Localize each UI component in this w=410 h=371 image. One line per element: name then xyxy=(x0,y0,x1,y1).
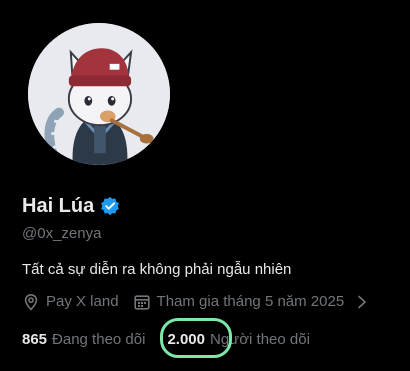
joined-text: Tham gia tháng 5 năm 2025 xyxy=(156,293,345,310)
chevron-right-icon[interactable] xyxy=(356,295,368,309)
user-handle: @0x_zenya xyxy=(22,225,102,242)
profile-name-row: Hai Lúa xyxy=(22,194,120,218)
location-item: Pay X land xyxy=(22,292,119,312)
display-name: Hai Lúa xyxy=(22,195,95,217)
location-pin-icon xyxy=(22,293,40,311)
following-link[interactable]: 865 Đang theo dõi xyxy=(22,330,145,350)
verified-badge-icon[interactable] xyxy=(100,196,120,216)
followers-link[interactable]: 2.000 Người theo dõi xyxy=(167,330,309,350)
location-text: Pay X land xyxy=(46,293,119,310)
avatar[interactable] xyxy=(26,21,172,167)
calendar-icon xyxy=(133,293,151,311)
following-count: 865 xyxy=(22,331,48,348)
profile-bio: Tất cả sự diễn ra không phải ngẫu nhiên xyxy=(22,261,292,278)
profile-meta-row: Pay X land Tham gia tháng 5 năm 2025 xyxy=(22,292,368,312)
profile-stats-row: 865 Đang theo dõi 2.000 Người theo dõi xyxy=(22,330,310,350)
avatar-cat-illustration xyxy=(28,23,170,165)
followers-count: 2.000 xyxy=(167,331,205,348)
joined-item[interactable]: Tham gia tháng 5 năm 2025 xyxy=(133,292,369,312)
following-label: Đang theo dõi xyxy=(52,331,146,348)
followers-label: Người theo dõi xyxy=(209,331,310,348)
